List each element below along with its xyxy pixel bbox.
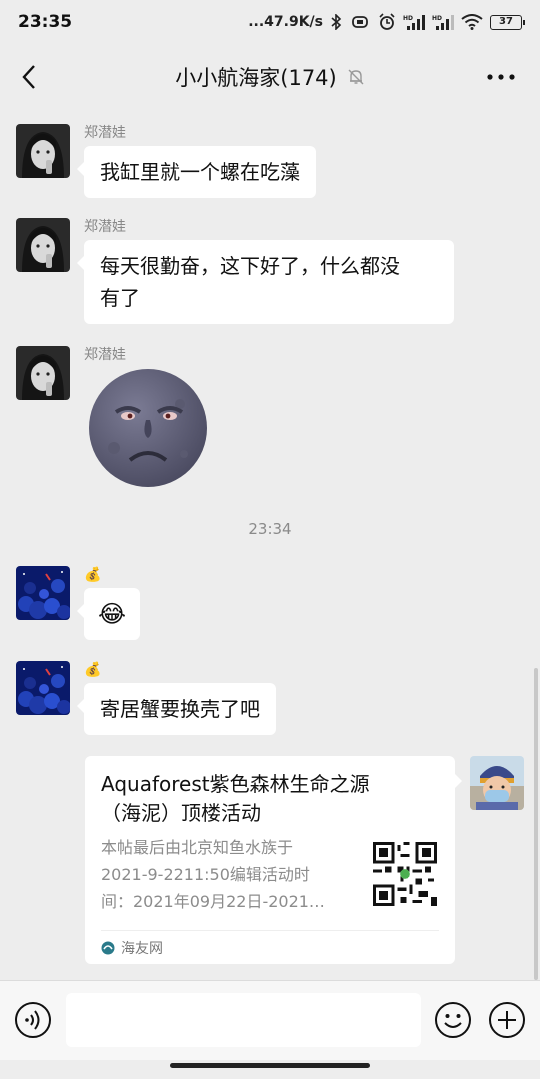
link-card-source: 海友网 bbox=[121, 940, 163, 957]
message-bubble[interactable]: 😂 bbox=[76, 588, 141, 640]
message-text-line: 有了 bbox=[100, 286, 140, 310]
avatar[interactable] bbox=[16, 218, 70, 272]
avatar[interactable] bbox=[16, 346, 70, 400]
link-card-desc-line: 间：2021年09月22日-2021… bbox=[101, 892, 325, 911]
emoji-button[interactable] bbox=[434, 1001, 472, 1039]
vibrate-icon bbox=[352, 16, 368, 28]
svg-text:HD: HD bbox=[403, 15, 413, 22]
more-dots-icon bbox=[487, 74, 515, 80]
avatar-reef-icon bbox=[16, 661, 70, 715]
message-bubble[interactable]: 我缸里就一个螺在吃藻 bbox=[77, 146, 316, 198]
link-card-title: Aquaforest紫色森林生命之源 （海泥）顶楼活动 bbox=[101, 770, 439, 828]
avatar[interactable] bbox=[16, 124, 70, 178]
sender-name: 郑潜娃 bbox=[84, 125, 126, 141]
wifi-icon bbox=[461, 14, 483, 30]
chat-title: 小小航海家(174) bbox=[175, 66, 337, 90]
avatar-photo-icon bbox=[16, 124, 70, 178]
message-input[interactable] bbox=[66, 993, 421, 1047]
message-bubble[interactable]: 寄居蟹要换壳了吧 bbox=[77, 683, 276, 735]
chat-message: 郑潜娃 每天很勤奋，这下好了，什么都没 有了 bbox=[16, 218, 454, 324]
source-logo-icon bbox=[101, 941, 115, 954]
smiley-icon bbox=[435, 1002, 471, 1038]
network-speed: ...47.9K/s bbox=[248, 14, 323, 30]
status-bar: 23:35 ...47.9K/s HD HD 37 bbox=[0, 0, 540, 44]
chat-message: 郑潜娃 bbox=[16, 346, 214, 492]
muted-bell-icon bbox=[348, 69, 364, 85]
bluetooth-icon bbox=[331, 14, 342, 30]
avatar[interactable] bbox=[16, 566, 70, 620]
sender-name: 郑潜娃 bbox=[84, 347, 126, 363]
back-button[interactable] bbox=[14, 62, 44, 92]
link-card-desc-line: 2021-9-2211:50编辑活动时 bbox=[101, 865, 310, 884]
link-card-desc-line: 本帖最后由北京知鱼水族于 bbox=[101, 838, 294, 857]
qr-code-icon bbox=[373, 842, 437, 906]
link-card-description: 本帖最后由北京知鱼水族于 2021-9-2211:50编辑活动时 间：2021年… bbox=[101, 834, 359, 915]
avatar-child-icon bbox=[470, 756, 524, 810]
link-card-title-line: （海泥）顶楼活动 bbox=[101, 801, 261, 825]
chat-message: 郑潜娃 我缸里就一个螺在吃藻 bbox=[16, 124, 316, 198]
signal-hd-icon: HD bbox=[403, 15, 425, 30]
svg-text:HD: HD bbox=[432, 15, 442, 22]
avatar[interactable] bbox=[16, 661, 70, 715]
frowning-moon-face-sticker bbox=[89, 369, 207, 487]
link-card-title-line: Aquaforest紫色森林生命之源 bbox=[101, 772, 370, 796]
status-icons: ...47.9K/s HD HD 37 bbox=[248, 13, 525, 31]
chat-timestamp: 23:34 bbox=[248, 520, 292, 538]
battery-indicator: 37 bbox=[490, 14, 525, 30]
home-indicator[interactable] bbox=[170, 1063, 370, 1068]
chat-message: 💰 寄居蟹要换壳了吧 bbox=[16, 661, 276, 735]
chevron-left-icon bbox=[22, 65, 35, 89]
alarm-icon bbox=[379, 13, 395, 30]
avatar-photo-icon bbox=[16, 218, 70, 272]
voice-input-button[interactable] bbox=[14, 1001, 52, 1039]
plus-icon bbox=[489, 1002, 525, 1038]
message-text-line: 每天很勤奋，这下好了，什么都没 bbox=[100, 254, 400, 278]
avatar-photo-icon bbox=[16, 346, 70, 400]
sender-name: 郑潜娃 bbox=[84, 219, 126, 235]
my-avatar[interactable] bbox=[470, 756, 524, 810]
link-card[interactable]: Aquaforest紫色森林生命之源 （海泥）顶楼活动 本帖最后由北京知鱼水族于… bbox=[85, 756, 462, 964]
sticker-message[interactable] bbox=[84, 368, 214, 492]
sender-emoji: 💰 bbox=[84, 567, 102, 583]
signal-hd-icon-2: HD bbox=[432, 15, 454, 30]
sender-emoji: 💰 bbox=[84, 662, 102, 678]
status-time: 23:35 bbox=[18, 12, 73, 32]
input-bar bbox=[0, 980, 540, 1060]
voice-icon bbox=[15, 1002, 51, 1038]
message-bubble[interactable]: 每天很勤奋，这下好了，什么都没 有了 bbox=[77, 240, 454, 324]
scrollbar[interactable] bbox=[534, 668, 538, 980]
chat-header: 小小航海家(174) bbox=[0, 44, 540, 110]
more-options-button[interactable] bbox=[484, 66, 518, 88]
link-card-footer: 海友网 bbox=[101, 930, 439, 964]
more-functions-button[interactable] bbox=[488, 1001, 526, 1039]
avatar-reef-icon bbox=[16, 566, 70, 620]
chat-message: 💰 😂 bbox=[16, 566, 141, 640]
